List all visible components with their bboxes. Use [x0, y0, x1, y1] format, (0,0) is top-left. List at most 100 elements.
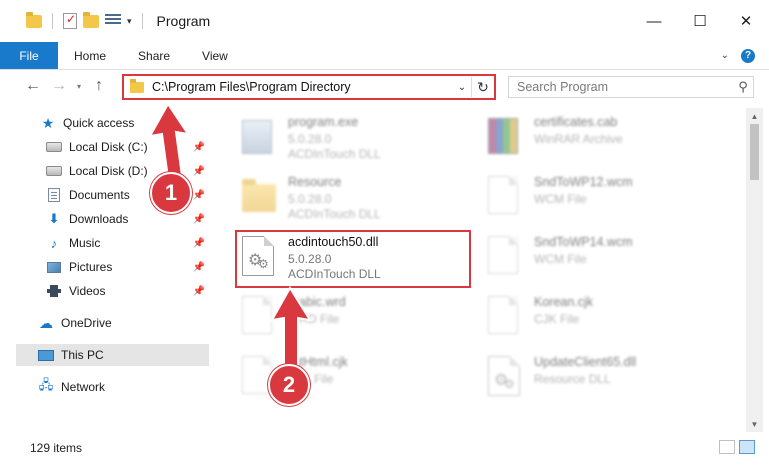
download-icon: ⬇ — [48, 211, 60, 226]
pin-icon[interactable]: 📌 — [193, 166, 205, 177]
step-2-badge: 2 — [268, 364, 310, 406]
sidebar-item-label: Downloads — [69, 212, 129, 226]
file-icon — [488, 176, 518, 214]
music-icon: ♪ — [50, 235, 58, 251]
back-arrow-icon[interactable]: ← — [20, 77, 46, 95]
search-input[interactable]: Search Program — [509, 80, 733, 94]
drive-icon — [46, 142, 62, 152]
file-name: program.exe — [288, 115, 359, 129]
tab-file[interactable]: File — [0, 42, 58, 69]
item-count: 129 items — [30, 441, 83, 455]
file-tile-certificates-cab[interactable]: certificates.cab WinRAR Archive — [484, 110, 720, 166]
network-icon: 🖧 — [38, 377, 54, 392]
cloud-icon: ☁ — [39, 314, 53, 331]
pin-icon[interactable]: 📌 — [193, 190, 205, 201]
file-icon — [488, 296, 518, 334]
search-box[interactable]: Search Program ⚲ — [508, 76, 754, 98]
pin-icon[interactable]: 📌 — [193, 286, 205, 297]
sidebar-item-downloads[interactable]: ⬇ Downloads 📌 — [46, 208, 209, 230]
folder-icon[interactable] — [26, 11, 42, 28]
search-icon[interactable]: ⚲ — [733, 79, 753, 95]
file-tile-sndtowp12[interactable]: SndToWP12.wcm WCM File — [484, 170, 720, 226]
file-name: SndToWP14.wcm — [534, 235, 633, 249]
tab-home[interactable]: Home — [58, 42, 122, 69]
minimize-button[interactable]: — — [631, 0, 677, 42]
forward-arrow-icon[interactable]: → — [46, 77, 72, 95]
navigation-bar: ← → ▾ ↑ C:\Program Files\Program Directo… — [0, 70, 769, 102]
highlight-box — [235, 230, 471, 288]
tab-share[interactable]: Share — [122, 42, 186, 69]
view-buttons — [719, 440, 755, 454]
pictures-icon — [47, 261, 61, 273]
folder-icon — [242, 179, 276, 212]
documents-icon — [48, 188, 60, 202]
sidebar-item-label: This PC — [61, 348, 104, 362]
file-description: ACDInTouch DLL — [288, 207, 381, 221]
sidebar-item-this-pc[interactable]: This PC — [16, 344, 209, 366]
customize-dropdown-icon[interactable]: ▾ — [127, 16, 132, 27]
pin-icon[interactable]: 📌 — [193, 238, 205, 249]
file-type: WinRAR Archive — [534, 132, 623, 146]
recent-locations-dropdown-icon[interactable]: ▾ — [72, 82, 86, 91]
file-tile-korean-cjk[interactable]: Korean.cjk CJK File — [484, 290, 720, 346]
address-path[interactable]: C:\Program Files\Program Directory — [152, 80, 453, 94]
divider — [141, 13, 143, 29]
sidebar-item-label: Quick access — [63, 116, 135, 130]
scroll-down-icon[interactable]: ▼ — [746, 416, 763, 432]
properties-check-icon[interactable] — [63, 12, 77, 29]
file-tile-program-exe[interactable]: program.exe 5.0.28.0 ACDInTouch DLL — [238, 110, 474, 166]
file-name: Resource — [288, 175, 342, 189]
file-name: arabic.wrd — [288, 295, 346, 309]
file-icon — [242, 296, 272, 334]
star-icon: ★ — [41, 114, 55, 131]
pin-icon[interactable]: 📌 — [193, 214, 205, 225]
file-type: CJK File — [534, 312, 580, 326]
file-tile-arabic-wrd[interactable]: arabic.wrd WRD File — [238, 290, 474, 346]
file-tile-updateclient65-dll[interactable]: ⚙ ⚙ UpdateClient65.dll Resource DLL — [484, 350, 720, 406]
exe-icon — [242, 120, 272, 154]
close-button[interactable]: ✕ — [723, 0, 769, 42]
refresh-icon[interactable]: ↻ — [472, 79, 494, 96]
sidebar-item-label: Documents — [69, 188, 130, 202]
file-type: WCM File — [534, 252, 587, 266]
sidebar-item-onedrive[interactable]: ☁ OneDrive — [38, 312, 209, 334]
help-icon[interactable]: ? — [741, 48, 755, 63]
tiles-view-icon[interactable] — [739, 440, 755, 454]
sidebar-item-pictures[interactable]: Pictures 📌 — [46, 256, 209, 278]
address-bar[interactable]: C:\Program Files\Program Directory ⌄ ↻ — [122, 74, 496, 100]
computer-icon — [38, 349, 54, 361]
pin-icon[interactable]: 📌 — [193, 142, 205, 153]
sidebar-item-network[interactable]: 🖧 Network — [38, 376, 209, 398]
new-folder-icon[interactable] — [83, 11, 99, 28]
scroll-thumb[interactable] — [750, 124, 759, 180]
pin-icon[interactable]: 📌 — [193, 262, 205, 273]
file-icon — [488, 236, 518, 274]
divider — [52, 13, 53, 29]
quick-access-toolbar: ▾ — [0, 11, 147, 29]
file-description: ACDInTouch DLL — [288, 147, 381, 161]
sidebar-item-videos[interactable]: Videos 📌 — [46, 280, 209, 302]
sidebar-item-music[interactable]: ♪ Music 📌 — [46, 232, 209, 254]
status-bar: 129 items — [0, 438, 769, 458]
sidebar-item-label: Music — [69, 236, 101, 250]
tab-view[interactable]: View — [186, 42, 244, 69]
chevron-down-icon[interactable]: ⌄ — [721, 50, 729, 61]
scroll-up-icon[interactable]: ▲ — [746, 108, 763, 124]
file-version: 5.0.28.0 — [288, 132, 332, 146]
file-tile-resource[interactable]: Resource 5.0.28.0 ACDInTouch DLL — [238, 170, 474, 226]
drive-icon — [46, 166, 62, 176]
up-arrow-icon[interactable]: ↑ — [86, 77, 112, 95]
vertical-scrollbar[interactable]: ▲ ▼ — [746, 108, 763, 432]
file-tile-sndtowp14[interactable]: SndToWP14.wcm WCM File — [484, 230, 720, 286]
maximize-button[interactable]: ☐ — [677, 0, 723, 42]
title-bar: ▾ Program — ☐ ✕ — [0, 0, 769, 42]
details-view-icon[interactable] — [719, 440, 735, 454]
file-name: SndToWP12.wcm — [534, 175, 633, 189]
rar-icon — [488, 118, 518, 154]
properties-icon[interactable] — [105, 14, 121, 28]
sidebar-item-local-disk-c[interactable]: Local Disk (C:) 📌 — [46, 136, 209, 158]
chevron-down-icon[interactable]: ⌄ — [453, 82, 471, 93]
sidebar-item-quick-access[interactable]: ★ Quick access — [40, 112, 209, 134]
file-type: WCM File — [534, 192, 587, 206]
ribbon-tabs: File Home Share View ⌄ ? — [0, 42, 769, 70]
